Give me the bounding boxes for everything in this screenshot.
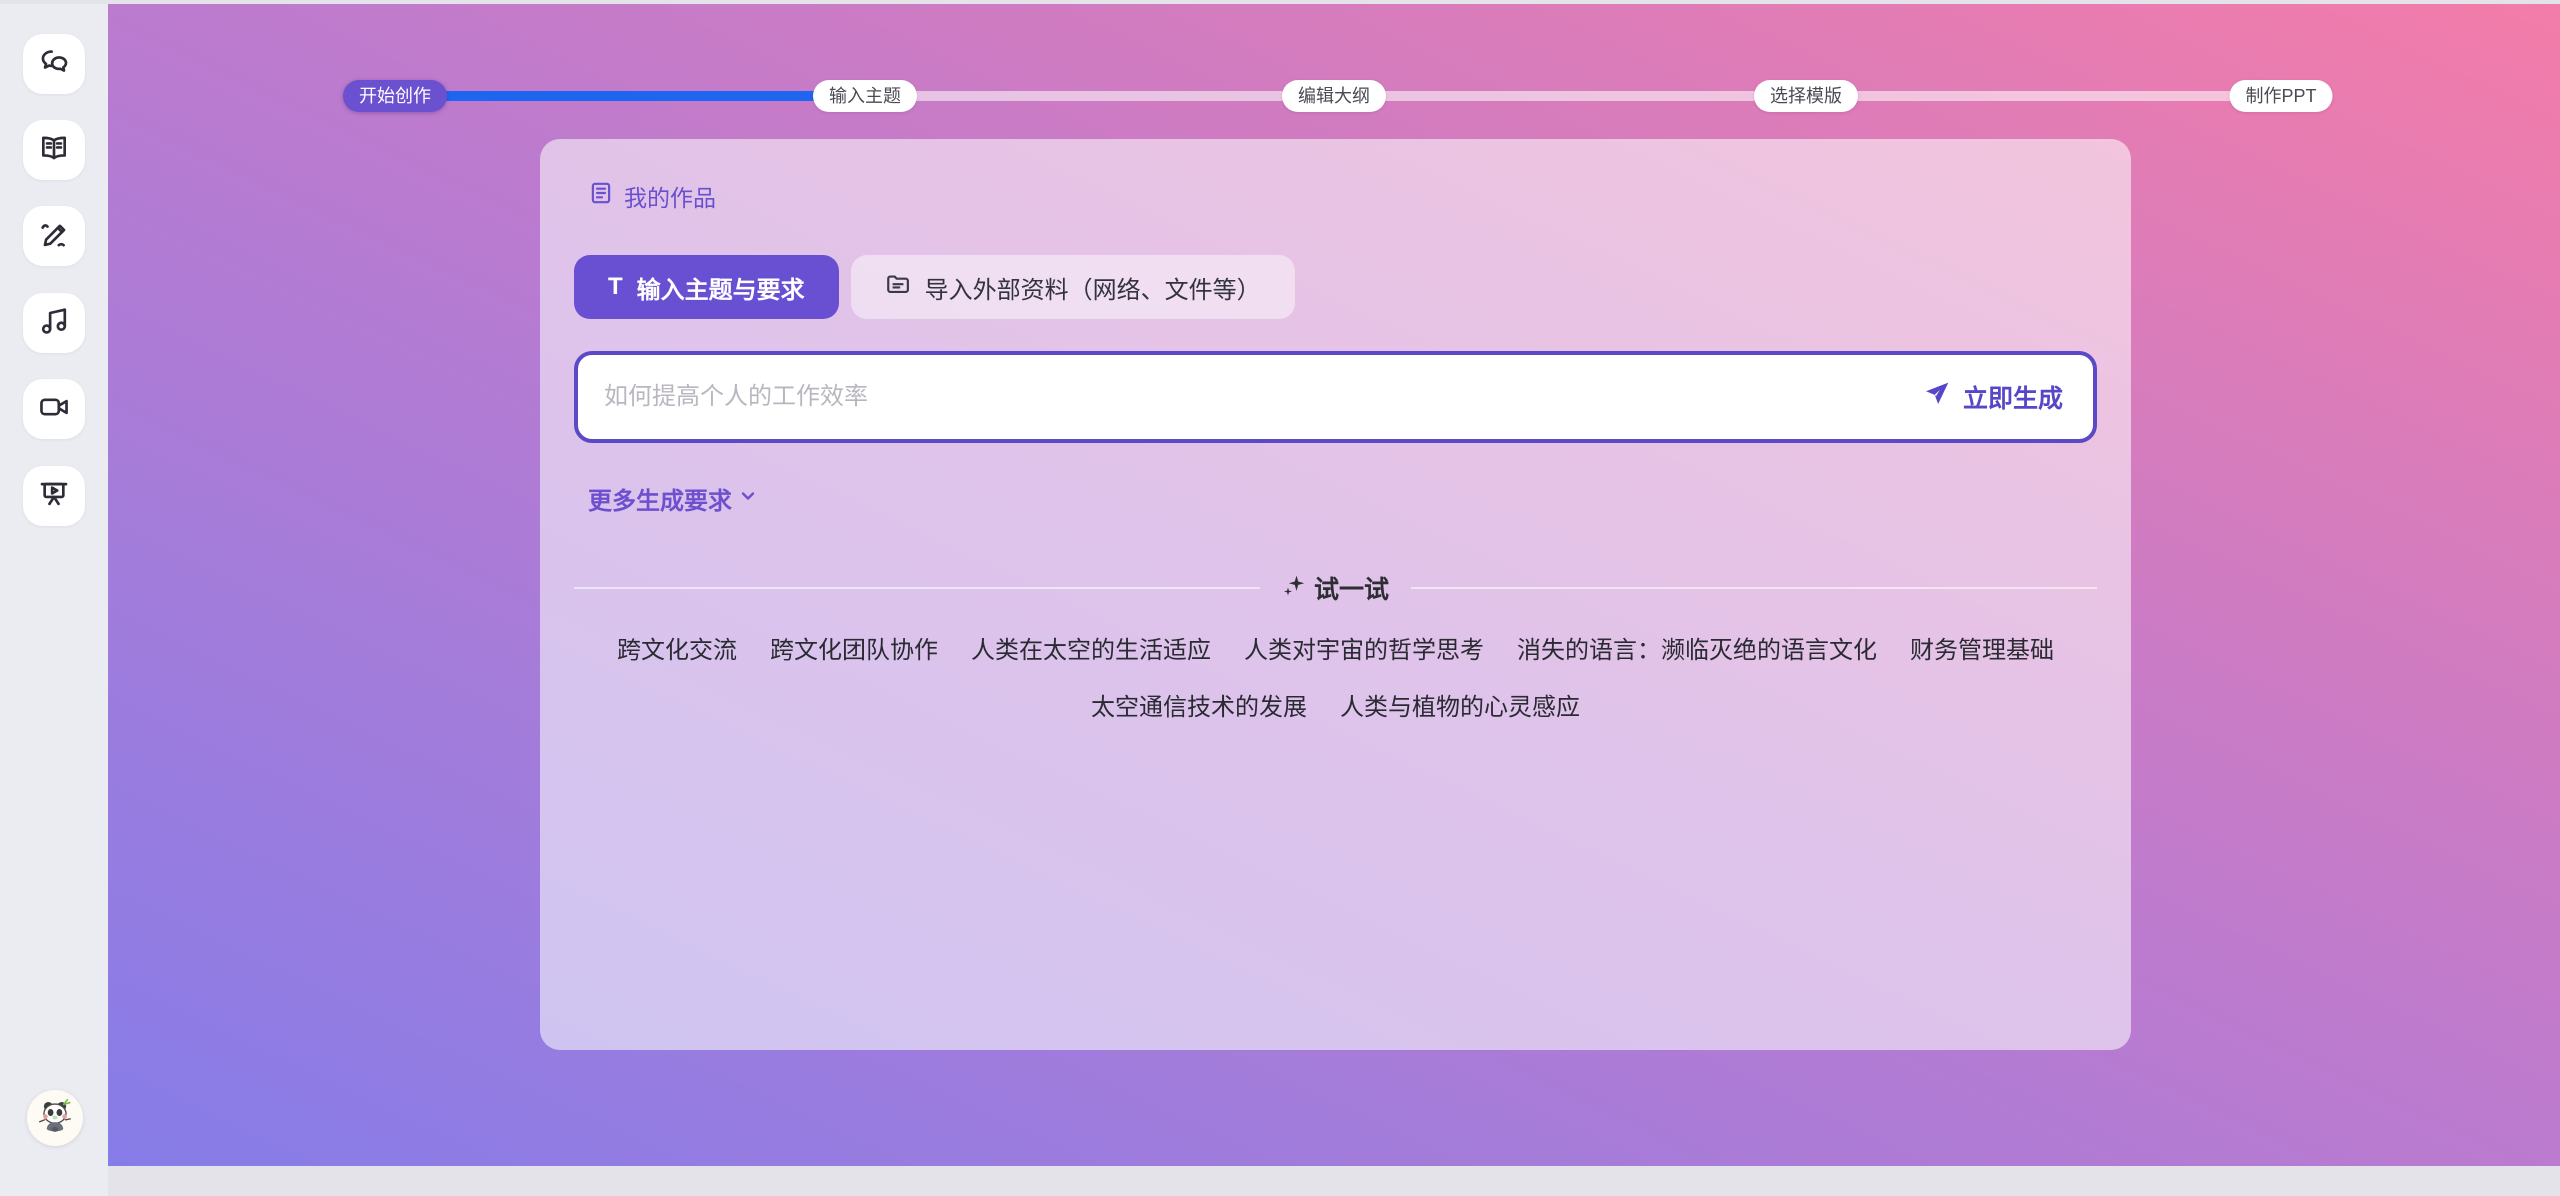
music-icon (38, 305, 70, 342)
panda-avatar-image (32, 1093, 78, 1144)
main-stage: 开始创作 输入主题 编辑大纲 选择模版 制作PPT 我的作品 T 输入主题与要求… (108, 4, 2560, 1166)
sidebar-item-reading[interactable] (23, 120, 85, 180)
topic-input[interactable] (578, 355, 1923, 439)
sidebar-item-chat[interactable] (23, 34, 85, 94)
tab-import-external-label: 导入外部资料（网络、文件等） (925, 270, 1261, 305)
try-section-divider: 试一试 (574, 570, 2097, 606)
try-label: 试一试 (1314, 570, 1389, 606)
text-T-icon: T (608, 273, 623, 301)
tab-import-external[interactable]: 导入外部资料（网络、文件等） (851, 255, 1295, 319)
suggestion-chip[interactable]: 财务管理基础 (1910, 630, 2054, 665)
tab-input-topic-label: 输入主题与要求 (637, 270, 805, 305)
step-start-creation: 开始创作 (343, 80, 447, 112)
presentation-icon (38, 478, 70, 515)
stepper-progress (388, 91, 866, 101)
chevron-down-icon (738, 485, 758, 513)
suggestion-row-1: 跨文化交流 跨文化团队协作 人类在太空的生活适应 人类对宇宙的哲学思考 消失的语… (574, 630, 2097, 665)
video-camera-icon (38, 391, 70, 428)
user-avatar[interactable] (27, 1090, 83, 1146)
suggestion-chip[interactable]: 太空通信技术的发展 (1091, 687, 1307, 722)
sidebar (0, 4, 108, 1196)
sidebar-item-video[interactable] (23, 379, 85, 439)
source-tabs: T 输入主题与要求 导入外部资料（网络、文件等） (574, 255, 2097, 319)
step-choose-template: 选择模版 (1754, 80, 1858, 112)
creation-card: 我的作品 T 输入主题与要求 导入外部资料（网络、文件等） 立即生成 (540, 139, 2131, 1050)
pencil-icon (38, 218, 70, 255)
document-icon (588, 180, 614, 212)
generate-button-label: 立即生成 (1963, 379, 2063, 415)
chat-bubbles-icon (38, 46, 70, 83)
progress-stepper: 开始创作 输入主题 编辑大纲 选择模版 制作PPT (108, 4, 2560, 124)
suggestion-chip[interactable]: 跨文化交流 (617, 630, 737, 665)
my-works-label: 我的作品 (624, 179, 716, 213)
divider-right (1411, 587, 2097, 589)
sidebar-item-writing[interactable] (23, 206, 85, 266)
book-icon (38, 132, 70, 169)
suggestion-row-2: 太空通信技术的发展 人类与植物的心灵感应 (574, 687, 2097, 722)
sidebar-item-music[interactable] (23, 293, 85, 353)
send-plane-icon (1923, 380, 1951, 415)
step-make-ppt: 制作PPT (2229, 80, 2332, 112)
folder-icon (885, 271, 911, 304)
suggestion-chip[interactable]: 人类在太空的生活适应 (971, 630, 1211, 665)
topic-input-container: 立即生成 (574, 351, 2097, 443)
try-label-group: 试一试 (1282, 570, 1389, 606)
divider-left (574, 587, 1260, 589)
more-requirements-label: 更多生成要求 (588, 481, 732, 516)
generate-button[interactable]: 立即生成 (1923, 379, 2063, 415)
sidebar-item-presentation[interactable] (23, 466, 85, 526)
suggestion-chip[interactable]: 跨文化团队协作 (770, 630, 938, 665)
step-edit-outline: 编辑大纲 (1282, 80, 1386, 112)
my-works-link[interactable]: 我的作品 (588, 179, 716, 213)
tab-input-topic[interactable]: T 输入主题与要求 (574, 255, 839, 319)
step-input-topic: 输入主题 (813, 80, 917, 112)
sparkle-icon (1282, 573, 1306, 604)
suggestion-chip[interactable]: 人类与植物的心灵感应 (1340, 687, 1580, 722)
suggestion-chip[interactable]: 消失的语言：濒临灭绝的语言文化 (1517, 630, 1877, 665)
suggestion-chip[interactable]: 人类对宇宙的哲学思考 (1244, 630, 1484, 665)
more-requirements-toggle[interactable]: 更多生成要求 (588, 481, 758, 516)
